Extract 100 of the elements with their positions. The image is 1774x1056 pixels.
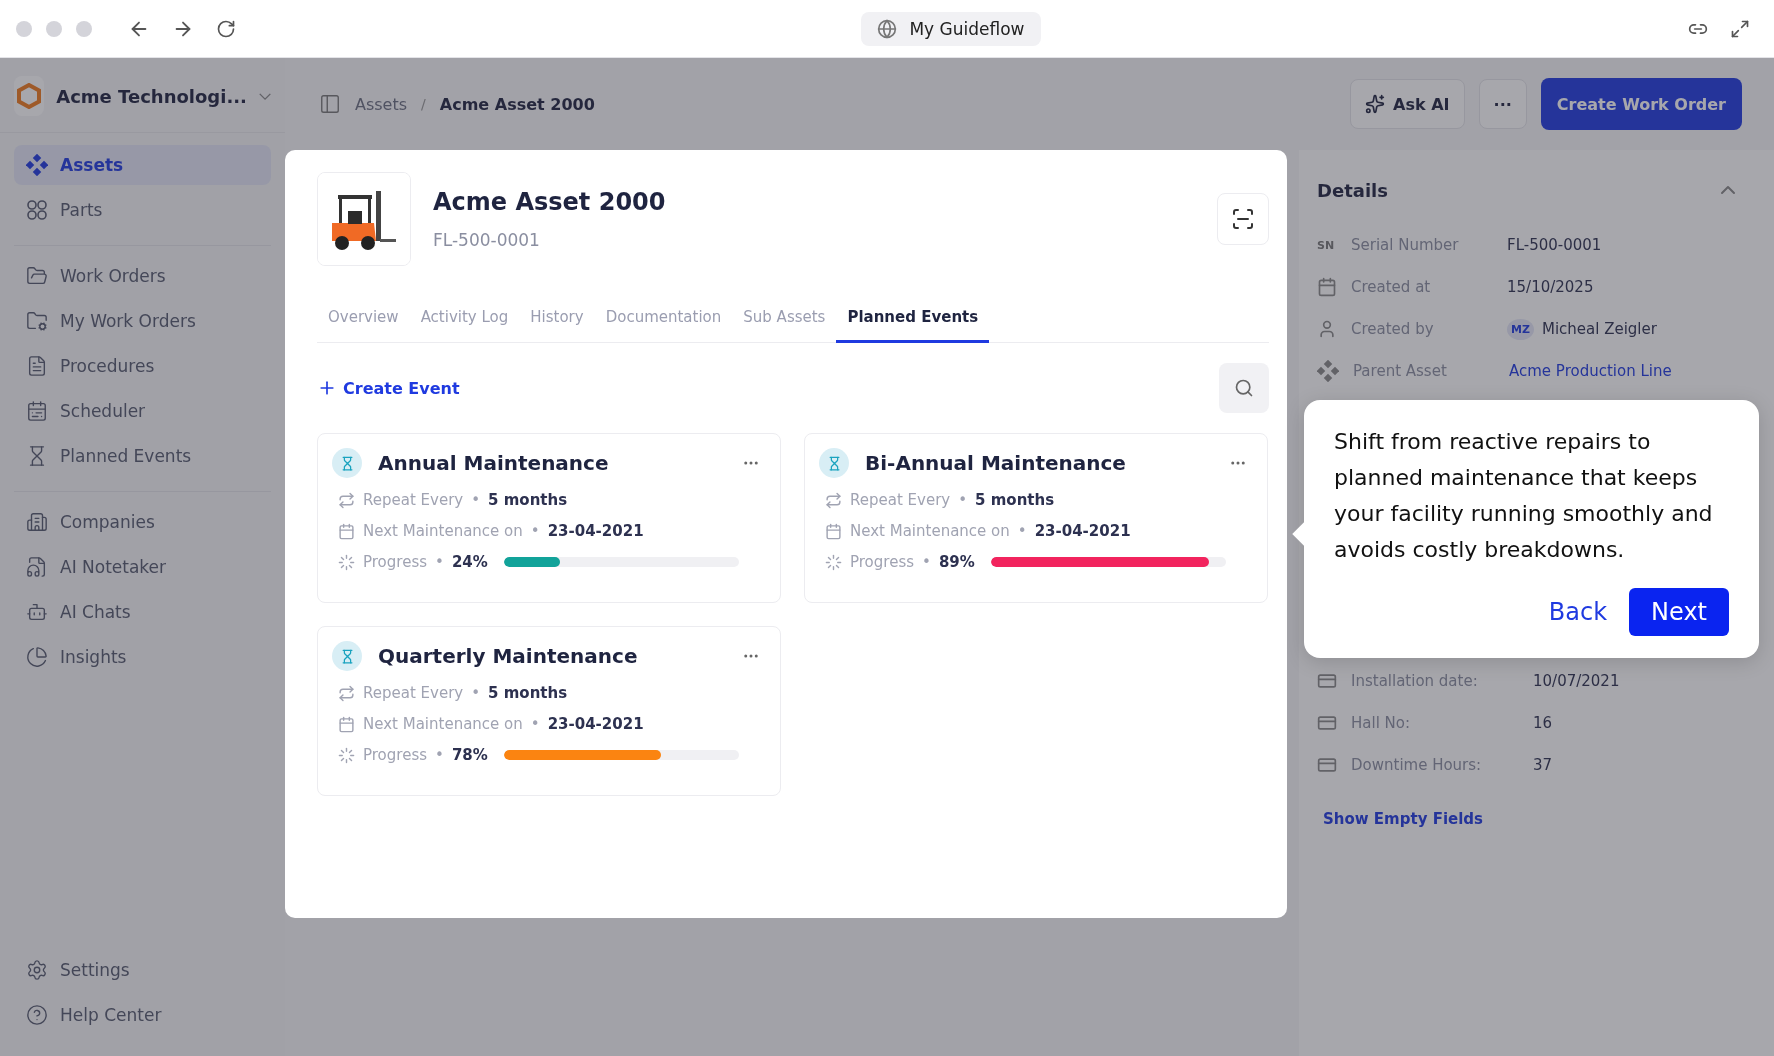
loader-icon [338,553,355,571]
tab[interactable]: History [519,300,595,343]
field-icon [1317,755,1337,775]
calendar-icon [825,522,842,540]
sidebar-item[interactable]: Assets [14,145,271,185]
field-label: Repeat Every [850,491,951,509]
separator-dot: • [435,746,444,764]
event-card[interactable]: Quarterly Maintenance Repeat Every • 5 months Next Maintenance on • 23-04-2021 Progress • 78% [317,626,781,796]
sparkles-icon [1365,94,1386,114]
progress-value: 89% [938,553,975,571]
next-button[interactable]: Next [1629,588,1729,636]
back-button[interactable]: Back [1548,598,1608,626]
more-button[interactable]: ··· [1478,79,1527,129]
asset-code: FL-500-0001 [433,230,541,250]
field-value: 5 months [488,491,568,509]
detail-label: Installation date: [1351,672,1479,690]
field-label: Progress [363,553,427,571]
detail-label: Created by [1351,320,1435,338]
separator-dot: • [435,553,444,571]
detail-label: Hall No: [1351,714,1412,732]
window-dot[interactable] [76,20,92,37]
field-label: Repeat Every [363,684,464,702]
separator-dot: • [471,491,481,509]
detail-value: 37 [1533,756,1553,774]
breadcrumb-separator: / [421,96,426,112]
event-title: Annual Maintenance [378,451,610,475]
document-icon [26,355,48,377]
window-dot[interactable] [46,20,62,37]
loader-icon [338,746,355,764]
detail-value: 15/10/2025 [1507,278,1594,296]
separator-dot: • [471,684,481,702]
org-switcher[interactable]: Acme Technologi... [0,72,285,133]
sidebar-item[interactable]: Help Center [14,995,271,1035]
separator-dot: • [530,522,540,540]
tab[interactable]: Documentation [594,300,733,343]
field-value: 23-04-2021 [1034,522,1131,540]
details-title: Details [1317,179,1388,201]
window-dot[interactable] [16,20,32,37]
separator-dot: • [530,715,540,733]
circles-grid-icon [26,199,48,221]
sidebar-item[interactable]: Companies [14,502,271,542]
sidebar-item[interactable]: Settings [14,950,271,990]
show-empty-fields-link[interactable]: Show Empty Fields [1323,810,1484,828]
sidebar-item[interactable]: My Work Orders [14,301,271,341]
field-icon [1317,671,1337,691]
loader-icon [825,553,842,571]
sidebar-item[interactable]: Work Orders [14,256,271,296]
progress-value: 78% [451,746,488,764]
sidebar-item[interactable]: AI Notetaker [14,547,271,587]
tab[interactable]: Activity Log [409,300,520,343]
create-work-order-button[interactable]: Create Work Order [1540,78,1742,130]
file-icon [26,556,48,578]
tab[interactable]: Sub Assets [732,300,837,343]
separator-dot: • [922,553,931,571]
sidebar-item[interactable]: Parts [14,190,271,230]
detail-value: 10/07/2021 [1533,672,1620,690]
reload-icon[interactable] [216,18,236,39]
field-label: Progress [850,553,914,571]
parent-asset-link[interactable]: Acme Production Line [1509,362,1672,380]
scan-button[interactable] [1217,193,1269,245]
sidebar-item[interactable]: Procedures [14,346,271,386]
address-bar[interactable]: My Guideflow [861,11,1041,46]
sidebar-item[interactable]: Planned Events [14,436,271,476]
org-name: Acme Technologi... [56,85,247,107]
sidebar-item[interactable]: AI Chats [14,592,271,632]
page-title: My Guideflow [909,18,1025,39]
create-event-button[interactable]: Create Event [317,378,460,398]
serial-mark: SN [1317,238,1336,252]
search-button[interactable] [1219,363,1269,413]
folder-icon [26,265,48,287]
detail-label: Serial Number [1351,236,1460,254]
scan-icon [1231,207,1255,231]
globe-icon [877,18,898,39]
tab[interactable]: Planned Events [836,300,990,343]
tooltip-text: Shift from reactive repairs to planned maintenance that keeps your facility running smoothly and avoids costly breakdowns. [1334,428,1714,564]
diamond-dots-icon [1317,360,1339,382]
sidebar-item[interactable]: Insights [14,637,271,677]
breadcrumb-link[interactable]: Assets [355,94,408,114]
repeat-icon [825,491,842,509]
sidebar-toggle-icon[interactable] [319,93,341,115]
expand-icon[interactable] [1730,18,1750,39]
sidebar-item[interactable]: Scheduler [14,391,271,431]
repeat-icon [338,684,355,702]
hourglass-badge-icon [819,448,849,478]
detail-label: Parent Asset [1353,362,1448,380]
tab[interactable]: Overview [317,300,410,343]
bot-icon [26,601,48,623]
hourglass-badge-icon [332,641,362,671]
field-label: Next Maintenance on [363,715,523,733]
user-icon [1317,319,1337,339]
event-card[interactable]: Annual Maintenance Repeat Every • 5 months Next Maintenance on • 23-04-2021 Progress • 24% [317,433,781,603]
event-card[interactable]: Bi-Annual Maintenance Repeat Every • 5 months Next Maintenance on • 23-04-2021 Progress • 89% [804,433,1268,603]
field-value: 23-04-2021 [547,715,644,733]
detail-value: Micheal Zeigler [1541,320,1657,338]
hourglass-badge-icon [332,448,362,478]
detail-label: Created at [1351,278,1432,296]
field-label: Next Maintenance on [363,522,523,540]
ask-ai-button[interactable]: Ask AI [1350,79,1465,129]
calendar-icon [1317,277,1337,297]
field-value: 23-04-2021 [547,522,644,540]
